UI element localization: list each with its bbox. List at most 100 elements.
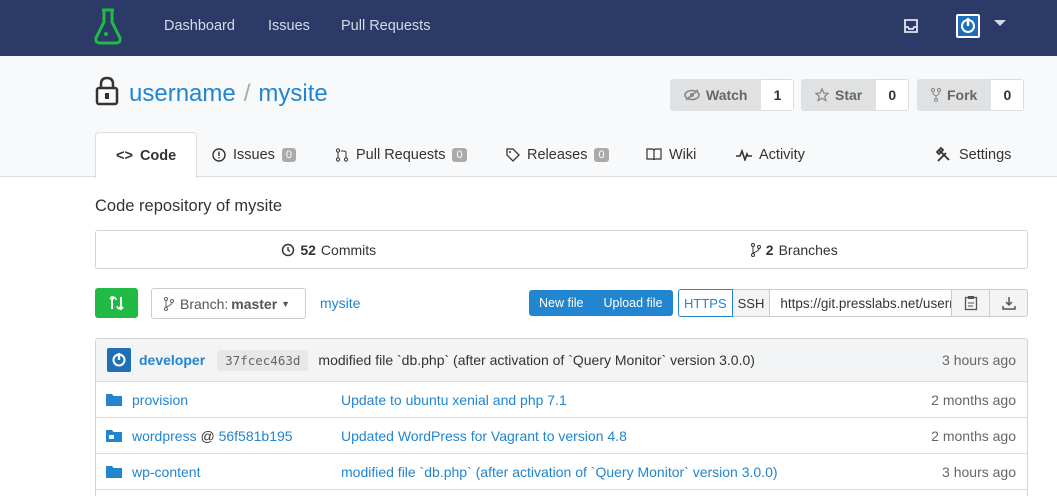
clone-panel: HTTPS SSH https://git.presslabs.net/user…: [678, 289, 1029, 317]
branches-stat[interactable]: 2 Branches: [562, 231, 1028, 268]
https-button[interactable]: HTTPS: [678, 289, 733, 317]
file-time: 3 hours ago: [942, 463, 1016, 480]
file-time: 2 months ago: [931, 391, 1016, 408]
file-actions: New file Upload file: [529, 290, 673, 316]
repo-title-separator: /: [243, 80, 251, 107]
branch-name: master: [231, 295, 278, 312]
eye-slash-icon: [684, 89, 700, 101]
download-button[interactable]: [990, 289, 1029, 317]
table-row: wp-content modified file `db.php` (after…: [96, 454, 1027, 490]
file-name[interactable]: wp-content: [132, 464, 200, 480]
clone-url-input[interactable]: https://git.presslabs.net/username/mysit…: [770, 289, 953, 317]
watch-label: Watch: [706, 87, 748, 103]
repo-tabs: <> Code Issues 0 Pull Requests 0 Release…: [0, 132, 1057, 178]
commit-time: 3 hours ago: [942, 352, 1016, 368]
repo-name-link[interactable]: mysite: [258, 80, 327, 107]
commits-stat[interactable]: 52 Commits: [96, 231, 562, 268]
star-icon: [815, 88, 829, 102]
clipboard-icon: [964, 296, 978, 311]
commits-label: Commits: [320, 241, 377, 258]
fork-label: Fork: [947, 87, 978, 103]
commit-message: modified file `db.php` (after activation…: [318, 352, 755, 368]
tab-settings[interactable]: Settings: [936, 132, 1011, 177]
tab-activity[interactable]: Activity: [736, 132, 805, 177]
submodule-at: @: [200, 427, 215, 444]
branches-label: Branches: [778, 241, 838, 258]
ssh-button[interactable]: SSH: [732, 289, 771, 317]
pull-request-icon: [335, 147, 349, 162]
branch-prefix: Branch:: [180, 295, 229, 312]
compare-button[interactable]: [95, 288, 138, 318]
tag-icon: [506, 147, 520, 162]
tab-issues[interactable]: Issues 0: [212, 132, 297, 177]
user-avatar[interactable]: [956, 14, 980, 38]
commit-author-avatar[interactable]: [107, 348, 131, 372]
file-table: developer 37fcec463d modified file `db.p…: [95, 338, 1028, 496]
star-count[interactable]: 0: [876, 79, 910, 111]
new-file-button[interactable]: New file: [529, 290, 593, 316]
tab-issues-badge: 0: [281, 147, 297, 162]
user-menu-chevron-down-icon[interactable]: [994, 20, 1006, 26]
book-icon: [646, 148, 662, 161]
file-time: 2 months ago: [931, 427, 1016, 444]
commits-count: 52: [300, 241, 316, 258]
tab-code-label: Code: [139, 147, 177, 164]
table-row: provision Update to ubuntu xenial and ph…: [96, 382, 1027, 418]
tab-pull-requests-badge: 0: [452, 147, 467, 162]
tab-pull-requests[interactable]: Pull Requests 0: [335, 132, 467, 177]
top-navbar: Dashboard Issues Pull Requests: [0, 0, 1057, 56]
submodule-icon: [106, 430, 122, 442]
branches-count: 2: [765, 241, 774, 258]
fork-button[interactable]: Fork: [917, 79, 992, 111]
tab-code[interactable]: <> Code: [95, 132, 198, 178]
nav-dashboard[interactable]: Dashboard: [164, 18, 235, 34]
star-label: Star: [835, 87, 863, 103]
watch-button[interactable]: Watch: [670, 79, 762, 111]
watch-button-group: Watch 1: [670, 79, 795, 111]
branch-icon: [164, 296, 174, 311]
tab-issues-label: Issues: [233, 146, 275, 163]
file-commit-message[interactable]: Update to ubuntu xenial and php 7.1: [341, 392, 567, 408]
star-button[interactable]: Star: [801, 79, 877, 111]
nav-issues[interactable]: Issues: [268, 18, 310, 34]
history-icon: [282, 243, 295, 256]
fork-icon: [931, 88, 941, 102]
file-name[interactable]: provision: [132, 392, 188, 408]
file-commit-message[interactable]: modified file `db.php` (after activation…: [341, 464, 778, 480]
repo-header: username / mysite Watch 1 Star 0 Fork 0 <>…: [0, 56, 1057, 178]
commit-author[interactable]: developer: [139, 352, 205, 368]
file-name[interactable]: wordpress: [132, 428, 197, 444]
power-icon: [112, 353, 126, 367]
repo-stats-bar: 52 Commits 2 Branches: [95, 230, 1028, 269]
nav-pull-requests[interactable]: Pull Requests: [341, 18, 430, 34]
submodule-sha[interactable]: 56f581b195: [219, 428, 293, 444]
gitea-logo-icon[interactable]: [93, 8, 123, 46]
latest-commit-row: developer 37fcec463d modified file `db.p…: [96, 339, 1027, 382]
issue-icon: [212, 147, 226, 162]
tab-pull-requests-label: Pull Requests: [356, 146, 446, 163]
code-icon: <>: [116, 147, 133, 164]
power-icon: [958, 16, 978, 36]
tab-activity-label: Activity: [759, 146, 805, 163]
star-button-group: Star 0: [801, 79, 910, 111]
branch-selector[interactable]: Branch: master ▼: [151, 288, 306, 319]
copy-button[interactable]: [952, 289, 991, 317]
inbox-icon[interactable]: [903, 18, 919, 34]
tab-releases[interactable]: Releases 0: [506, 132, 609, 177]
folder-icon: [106, 466, 122, 478]
repo-owner-link[interactable]: username: [129, 80, 236, 107]
fork-count[interactable]: 0: [991, 79, 1025, 111]
table-row: wordpress @ 56f581b195 Updated WordPress…: [96, 418, 1027, 454]
file-commit-message[interactable]: Updated WordPress for Vagrant to version…: [341, 428, 627, 444]
upload-file-button[interactable]: Upload file: [593, 290, 672, 316]
branch-icon: [750, 242, 761, 257]
breadcrumb[interactable]: mysite: [320, 295, 360, 311]
chevron-down-icon: ▼: [281, 298, 291, 309]
tab-releases-badge: 0: [594, 147, 609, 162]
commit-sha[interactable]: 37fcec463d: [217, 349, 309, 371]
tab-wiki[interactable]: Wiki: [646, 132, 696, 177]
watch-count[interactable]: 1: [761, 79, 795, 111]
repo-title: username / mysite: [129, 80, 328, 108]
folder-icon: [106, 394, 122, 406]
compare-icon: [109, 295, 124, 311]
